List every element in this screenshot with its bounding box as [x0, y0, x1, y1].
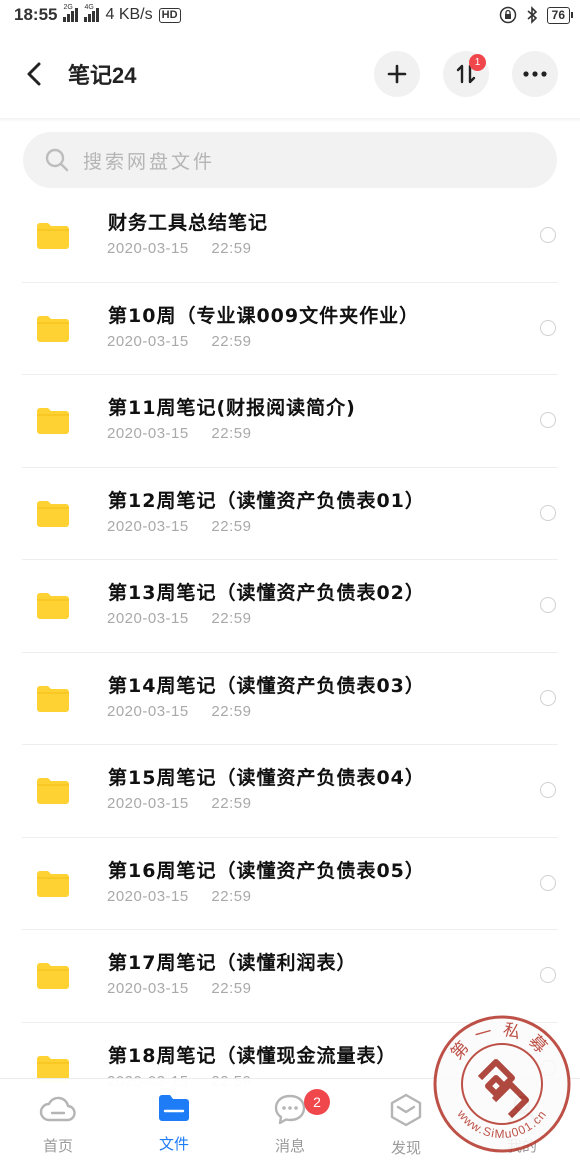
folder-icon: [37, 500, 69, 527]
file-name: 第15周笔记（读懂资产负债表04）: [108, 767, 425, 789]
back-arrow-icon: [27, 62, 41, 86]
tab-label: 消息: [274, 1137, 305, 1155]
tab-label: 发现: [390, 1139, 421, 1157]
select-checkbox[interactable]: [540, 874, 556, 891]
file-name: 第12周笔记（读懂资产负债表01）: [108, 489, 425, 512]
file-name: 第17周笔记（读懂利润表）: [108, 952, 357, 974]
folder-icon: [37, 870, 69, 897]
folder-icon: [37, 778, 69, 804]
folder-icon: [37, 315, 69, 342]
file-date: 2020-03-15 22:59: [107, 425, 252, 442]
profile-icon: [507, 1095, 537, 1125]
file-row[interactable]: 第12周笔记（读懂资产负债表01） 2020-03-15 22:59: [0, 468, 580, 560]
tab-bar: 首页 文件 2 消息 发现 我的: [0, 1078, 580, 1160]
cloud-icon: [39, 1096, 76, 1122]
file-name: 第10周（专业课009文件夹作业）: [108, 304, 420, 327]
add-button[interactable]: [374, 51, 420, 97]
search-icon: [45, 148, 69, 172]
tab-home[interactable]: 首页: [0, 1079, 116, 1160]
select-checkbox[interactable]: [540, 319, 556, 336]
file-name: 第18周笔记（读懂现金流量表）: [108, 1044, 397, 1067]
tab-label: 文件: [158, 1135, 189, 1153]
select-checkbox[interactable]: [540, 412, 556, 428]
file-date: 2020-03-15 22:59: [107, 980, 252, 997]
tab-label: 首页: [42, 1137, 73, 1155]
file-row[interactable]: 第15周笔记（读懂资产负债表04） 2020-03-15 22:59: [0, 745, 580, 838]
file-row[interactable]: 财务工具总结笔记 2020-03-15 22:59: [0, 190, 580, 283]
folder-icon: [37, 223, 69, 249]
status-time: 18:55: [14, 5, 58, 24]
message-badge: 2: [304, 1089, 330, 1115]
file-name: 第13周笔记（读懂资产负债表02）: [108, 582, 425, 604]
file-date: 2020-03-15 22:59: [107, 517, 252, 535]
tab-discover[interactable]: 发现: [348, 1079, 464, 1160]
select-checkbox[interactable]: [540, 1059, 556, 1076]
status-bar: 18:55 2G 4G 4 KB/s HD 76: [0, 0, 580, 30]
file-row[interactable]: 第10周（专业课009文件夹作业） 2020-03-15 22:59: [0, 283, 580, 375]
folder-icon: [37, 963, 69, 989]
search-input[interactable]: 搜索网盘文件: [23, 132, 557, 188]
file-row[interactable]: 第16周笔记（读懂资产负债表05） 2020-03-15 22:59: [0, 838, 580, 930]
more-button[interactable]: [512, 51, 558, 97]
tab-profile[interactable]: 我的: [464, 1079, 580, 1160]
bluetooth-icon: [527, 6, 537, 24]
folder-icon: [37, 593, 69, 619]
file-date: 2020-03-15 22:59: [107, 240, 252, 257]
file-date: 2020-03-15 22:59: [107, 795, 252, 812]
file-row[interactable]: 第14周笔记（读懂资产负债表03） 2020-03-15 22:59: [0, 653, 580, 745]
tab-files[interactable]: 文件: [116, 1079, 232, 1160]
file-name: 第14周笔记（读懂资产负债表03）: [108, 674, 425, 697]
folder-icon: [37, 685, 69, 712]
search-placeholder: 搜索网盘文件: [83, 150, 216, 173]
hd-icon: HD: [158, 7, 181, 23]
file-name: 第16周笔记（读懂资产负债表05）: [108, 859, 425, 882]
file-row[interactable]: 第11周笔记(财报阅读简介) 2020-03-15 22:59: [0, 375, 580, 468]
transfer-button[interactable]: 1: [443, 51, 489, 97]
back-button[interactable]: [26, 56, 52, 92]
discover-icon: [390, 1093, 422, 1127]
transfer-badge: 1: [469, 54, 486, 71]
file-date: 2020-03-15 22:59: [107, 610, 252, 627]
plus-icon: [387, 64, 407, 84]
folder-icon: [37, 408, 69, 434]
header: 笔记24 1: [0, 34, 580, 114]
file-row[interactable]: 第17周笔记（读懂利润表） 2020-03-15 22:59: [0, 930, 580, 1023]
file-date: 2020-03-15 22:59: [107, 702, 252, 720]
header-divider: [0, 118, 580, 122]
signal-icon: 2G: [63, 4, 79, 22]
message-icon: [274, 1094, 306, 1125]
select-checkbox[interactable]: [540, 227, 556, 243]
select-checkbox[interactable]: [540, 967, 556, 983]
page-title: 笔记24: [68, 63, 137, 88]
select-checkbox[interactable]: [540, 689, 556, 706]
signal-icon-2: 4G: [84, 4, 100, 22]
select-checkbox[interactable]: [540, 597, 556, 613]
tab-messages[interactable]: 2 消息: [232, 1079, 348, 1160]
battery-icon: 76: [546, 6, 574, 24]
file-date: 2020-03-15 22:59: [107, 887, 252, 905]
folder-icon: [159, 1095, 189, 1121]
select-checkbox[interactable]: [540, 782, 556, 798]
file-row[interactable]: 第13周笔记（读懂资产负债表02） 2020-03-15 22:59: [0, 560, 580, 653]
lock-icon: [499, 6, 516, 24]
network-speed: 4 KB/s: [105, 6, 153, 23]
file-name: 财务工具总结笔记: [108, 212, 269, 234]
more-icon: [523, 71, 547, 77]
file-date: 2020-03-15 22:59: [107, 332, 252, 350]
file-name: 第11周笔记(财报阅读简介): [108, 397, 356, 419]
tab-label: 我的: [506, 1137, 537, 1155]
select-checkbox[interactable]: [540, 504, 556, 521]
file-list: 财务工具总结笔记 2020-03-15 22:59 第10周（专业课009文件夹作业…: [0, 190, 580, 1115]
